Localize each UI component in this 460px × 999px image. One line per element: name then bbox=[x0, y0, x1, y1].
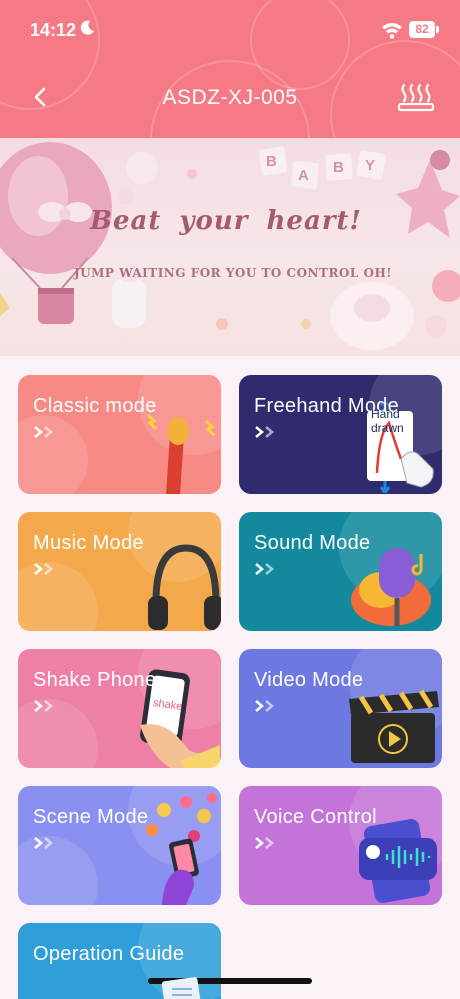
status-time: 14:12 bbox=[30, 20, 77, 40]
status-bar: 14:12 82 bbox=[0, 0, 460, 60]
chevrons-icon bbox=[255, 837, 274, 849]
guide-document-icon bbox=[161, 977, 203, 999]
chevrons-icon bbox=[34, 426, 53, 438]
mode-label: Voice Control bbox=[254, 806, 377, 828]
baby-block-y: Y bbox=[365, 157, 376, 174]
device-title: ASDZ-XJ-005 bbox=[162, 86, 298, 109]
wifi-icon bbox=[382, 23, 402, 39]
baby-block-a: A bbox=[298, 167, 309, 184]
massager-icon bbox=[146, 413, 216, 494]
headphones-icon bbox=[148, 544, 221, 630]
promo-banner[interactable]: B A B Y Beat your heart! JUMP WAITING FO… bbox=[0, 138, 460, 356]
mode-label: Shake Phone bbox=[33, 669, 157, 691]
chevrons-icon bbox=[34, 563, 53, 575]
moon-icon bbox=[80, 20, 94, 35]
battery-cap bbox=[436, 26, 439, 33]
mode-card-scene[interactable]: Scene Mode bbox=[18, 786, 221, 905]
mode-card-shake[interactable]: Shake Phone shake bbox=[18, 649, 221, 768]
battery-icon: 82 bbox=[409, 21, 435, 38]
mode-card-sound[interactable]: Sound Mode bbox=[239, 512, 442, 631]
heating-icon[interactable] bbox=[396, 81, 436, 113]
mode-label: Music Mode bbox=[33, 532, 144, 554]
mode-card-video[interactable]: Video Mode bbox=[239, 649, 442, 768]
app-header: 14:12 82 ASDZ-XJ-005 bbox=[0, 0, 460, 138]
mode-card-freehand[interactable]: Freehand Mode Hand drawn bbox=[239, 375, 442, 494]
chevrons-icon bbox=[255, 563, 274, 575]
mode-label: Operation Guide bbox=[33, 943, 185, 965]
mode-label: Scene Mode bbox=[33, 806, 149, 828]
mode-label: Sound Mode bbox=[254, 532, 371, 554]
chevrons-icon bbox=[34, 700, 53, 712]
mode-card-music[interactable]: Music Mode bbox=[18, 512, 221, 631]
banner-headline: Beat your heart! bbox=[90, 206, 362, 236]
mode-card-classic[interactable]: Classic mode bbox=[18, 375, 221, 494]
mode-label: Classic mode bbox=[33, 395, 157, 417]
mode-label: Video Mode bbox=[254, 669, 364, 691]
voice-wave-icon bbox=[359, 818, 437, 904]
chevrons-icon bbox=[255, 426, 274, 438]
chevrons-icon bbox=[34, 837, 53, 849]
baby-block-b1: B bbox=[266, 153, 277, 170]
baby-block-b2: B bbox=[333, 159, 344, 176]
banner-illustration bbox=[0, 142, 460, 350]
mode-card-voice[interactable]: Voice Control bbox=[239, 786, 442, 905]
mode-card-guide[interactable]: Operation Guide bbox=[18, 923, 221, 999]
clapperboard-icon bbox=[349, 689, 439, 763]
chevrons-icon bbox=[255, 700, 274, 712]
banner-subline: JUMP WAITING FOR YOU TO CONTROL OH! bbox=[74, 266, 393, 280]
hand-drawn-label: Hand drawn bbox=[371, 407, 404, 435]
